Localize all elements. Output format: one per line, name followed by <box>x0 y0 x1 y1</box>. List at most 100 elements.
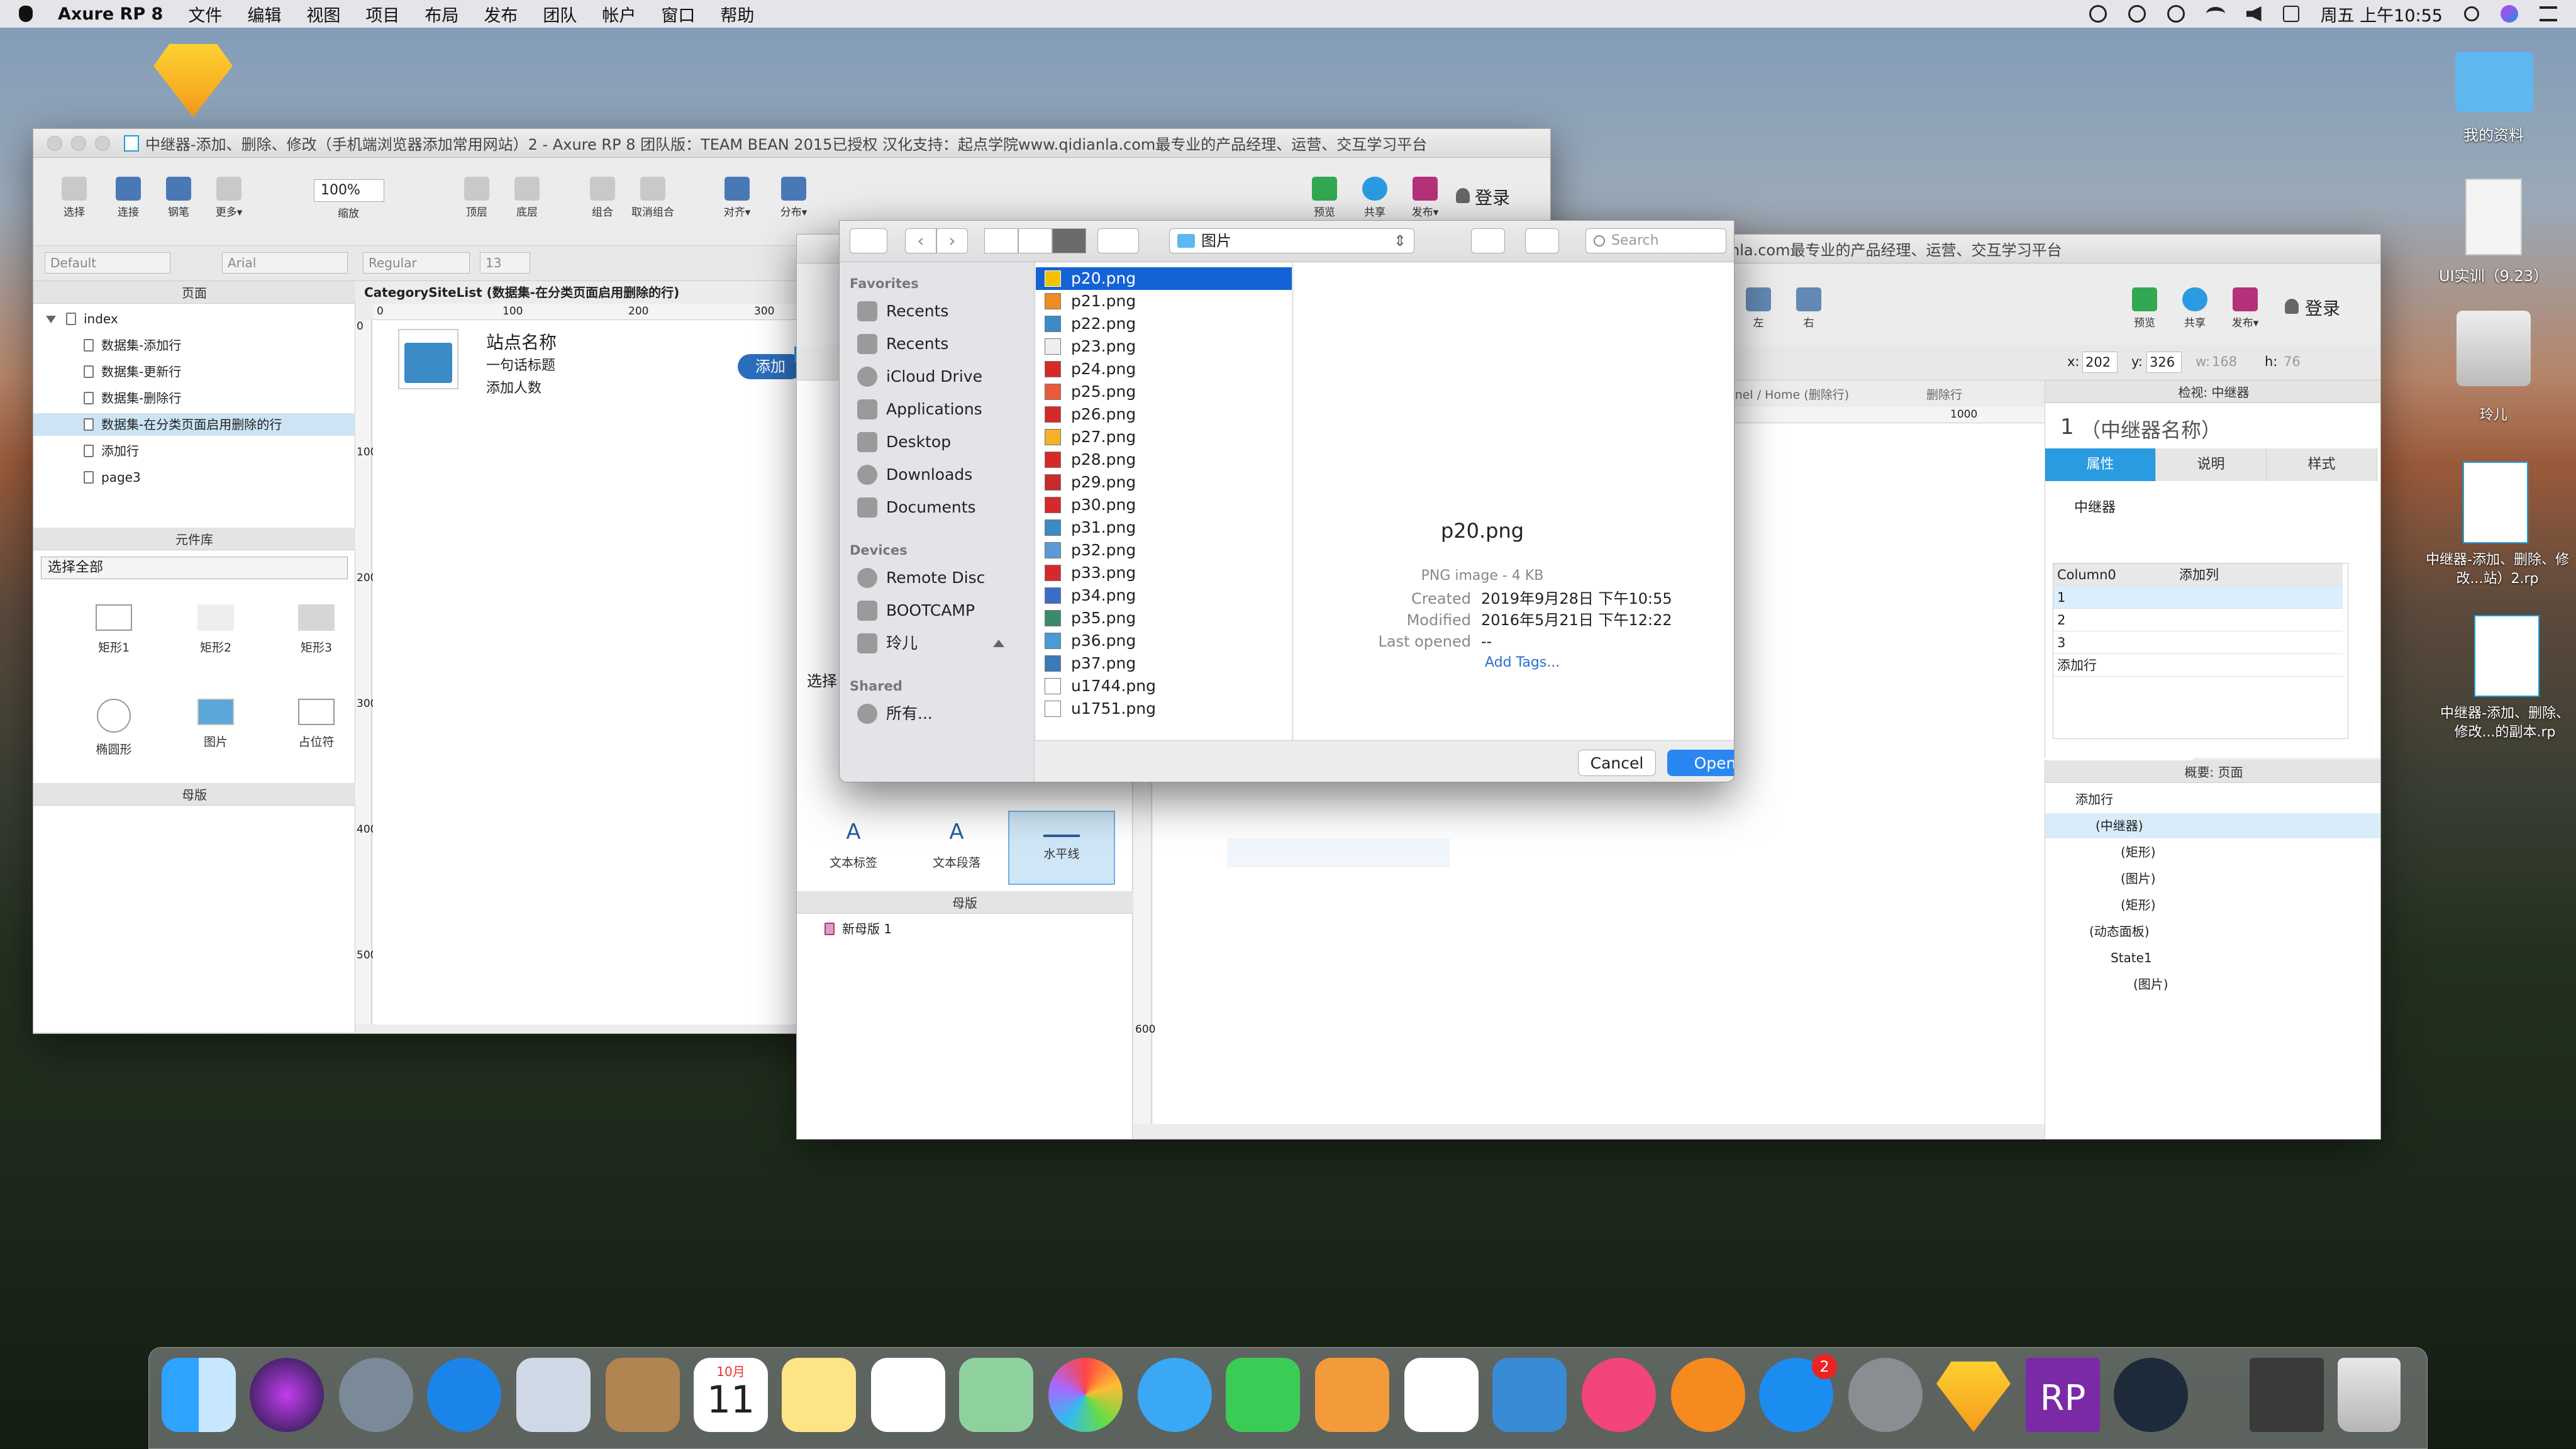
xls-file-icon[interactable] <box>2465 179 2522 255</box>
keynote-icon[interactable] <box>1492 1358 1567 1432</box>
widget-rectangle-1[interactable]: 矩形1 <box>82 604 145 655</box>
back-button[interactable]: ‹ <box>905 228 936 253</box>
file-item[interactable]: u1744.png <box>1036 675 1292 697</box>
tab-properties[interactable]: 属性 <box>2045 448 2156 481</box>
page-item[interactable]: 数据集-更新行 <box>84 360 181 383</box>
siri-icon[interactable] <box>2501 5 2518 23</box>
file-item[interactable]: p34.png <box>1036 584 1292 607</box>
menu-project[interactable]: 项目 <box>365 2 399 26</box>
sidebar-item-documents[interactable]: Documents <box>840 491 1034 524</box>
align-tool[interactable]: 对齐▾ <box>715 177 759 219</box>
preview-tool[interactable]: 预览 <box>1302 177 1346 219</box>
login-button[interactable]: 登录 <box>2305 295 2340 320</box>
folder-icon[interactable] <box>2455 52 2533 112</box>
page-item[interactable]: 添加行 <box>84 440 139 462</box>
ungroup-tool[interactable]: 取消组合 <box>631 177 675 219</box>
apple-icon[interactable] <box>19 6 33 22</box>
itunes-icon[interactable] <box>1582 1358 1656 1432</box>
pages-icon[interactable] <box>1315 1358 1389 1432</box>
add-tags-link[interactable]: Add Tags... <box>1481 652 1560 674</box>
font-size-select[interactable]: 13 <box>480 252 530 274</box>
mail-icon[interactable] <box>516 1358 591 1432</box>
sketch-desktop-icon[interactable] <box>153 44 233 117</box>
widget-rectangle-3[interactable]: 矩形3 <box>285 604 348 655</box>
reminders-icon[interactable] <box>871 1358 945 1432</box>
axure-rp-icon[interactable]: RP <box>2026 1358 2100 1432</box>
file-item[interactable]: p33.png <box>1036 562 1292 584</box>
page-item-selected[interactable]: 数据集-在分类页面启用删除的行 <box>33 413 355 436</box>
publish-tool[interactable]: 发布▾ <box>1403 177 1447 219</box>
search-input[interactable]: Search <box>1585 228 1726 253</box>
file-item[interactable]: p29.png <box>1036 471 1292 494</box>
bag-icon[interactable] <box>2167 5 2185 23</box>
desktop-item-rp-file-2[interactable]: 中继器-添加、删除、修改...的副本.rp <box>2434 704 2576 742</box>
sidebar-item-applications[interactable]: Applications <box>840 393 1034 426</box>
font-weight-select[interactable]: Regular <box>363 252 470 274</box>
outline-item-selected[interactable]: (中继器) <box>2045 813 2380 838</box>
notification-center-icon[interactable] <box>2540 6 2557 21</box>
file-item[interactable]: p32.png <box>1036 539 1292 562</box>
icon-view-button[interactable] <box>984 228 1018 253</box>
page-item-index[interactable]: index <box>46 308 118 330</box>
location-popup[interactable]: 图片 ⇕ <box>1169 228 1414 253</box>
site-card[interactable]: 站点名称 一句话标题 添加人数 添加 1 <box>398 329 811 417</box>
canvas-tab-1[interactable]: anel / Home (删除行) <box>1728 386 1849 402</box>
pen-tool[interactable]: 钢笔 <box>157 177 201 219</box>
select-tool[interactable]: 选择 <box>52 177 96 219</box>
outline-item[interactable]: 添加行 <box>2075 787 2113 812</box>
sidebar-toggle-button[interactable] <box>850 228 887 253</box>
file-item[interactable]: p27.png <box>1036 426 1292 448</box>
align-right-tool[interactable]: 右 <box>1787 287 1831 330</box>
screen-capture-icon[interactable] <box>2250 1358 2324 1432</box>
user-icon[interactable] <box>2285 299 2299 314</box>
site-image[interactable] <box>398 329 458 389</box>
widget-name-field[interactable]: （中继器名称） <box>2080 414 2221 443</box>
file-item[interactable]: p30.png <box>1036 494 1292 516</box>
sidebar-item-desktop[interactable]: Desktop <box>840 426 1034 458</box>
zoom-select[interactable]: 100% <box>314 179 384 202</box>
clock[interactable]: 周五 上午10:55 <box>2321 2 2443 26</box>
file-item[interactable]: p25.png <box>1036 380 1292 403</box>
widget-text-paragraph[interactable]: A 文本段落 <box>925 819 988 870</box>
close-window-button[interactable] <box>47 135 62 151</box>
sidebar-item-icloud-drive[interactable]: iCloud Drive <box>840 360 1034 393</box>
forward-button[interactable]: › <box>936 228 968 253</box>
file-item[interactable]: p35.png <box>1036 607 1292 630</box>
user-icon[interactable] <box>1456 188 1470 203</box>
outline-item[interactable]: (图片) <box>2121 866 2156 891</box>
page-item[interactable]: page3 <box>84 466 141 489</box>
system-preferences-icon[interactable] <box>1848 1358 1923 1432</box>
share-button[interactable] <box>1471 228 1505 253</box>
publish-tool[interactable]: 发布▾ <box>2223 287 2267 330</box>
align-left-tool[interactable]: 左 <box>1736 287 1780 330</box>
trash-icon[interactable] <box>2338 1358 2401 1432</box>
file-item[interactable]: p24.png <box>1036 358 1292 380</box>
launchpad-icon[interactable] <box>339 1358 413 1432</box>
table-row[interactable]: 3 <box>2053 631 2343 654</box>
master-item[interactable]: 新母版 1 <box>824 918 892 940</box>
preview-tool[interactable]: 预览 <box>2123 287 2167 330</box>
widget-text-label[interactable]: A 文本标签 <box>822 819 885 870</box>
menu-edit[interactable]: 编辑 <box>247 2 281 26</box>
outline-item[interactable]: (图片) <box>2133 972 2168 997</box>
desktop-item-my-files[interactable]: 我的资料 <box>2421 126 2566 145</box>
sidebar-item-recents-2[interactable]: Recents <box>840 328 1034 360</box>
share-tool[interactable]: 共享 <box>1353 177 1397 219</box>
library-select[interactable]: 选择全部 <box>41 557 348 579</box>
y-field[interactable]: 326 <box>2146 352 2182 373</box>
facetime-icon[interactable] <box>1226 1358 1300 1432</box>
menu-layout[interactable]: 布局 <box>425 2 458 26</box>
app-store-icon[interactable]: 2 <box>1759 1354 1837 1432</box>
zoom-window-button[interactable] <box>95 135 110 151</box>
h-field[interactable]: 76 <box>2284 354 2301 369</box>
photos-icon[interactable] <box>1048 1358 1123 1432</box>
pager-bar[interactable] <box>1227 838 1450 867</box>
tab-notes[interactable]: 说明 <box>2156 448 2267 481</box>
file-item[interactable]: p36.png <box>1036 630 1292 652</box>
tab-style[interactable]: 样式 <box>2267 448 2377 481</box>
canvas-tab-2[interactable]: 删除行 <box>1926 386 1962 402</box>
sidebar-item-ling-er[interactable]: 玲儿 <box>840 627 1034 660</box>
volume-icon[interactable] <box>2246 6 2262 21</box>
file-item[interactable]: p28.png <box>1036 448 1292 471</box>
file-item[interactable]: p37.png <box>1036 652 1292 675</box>
